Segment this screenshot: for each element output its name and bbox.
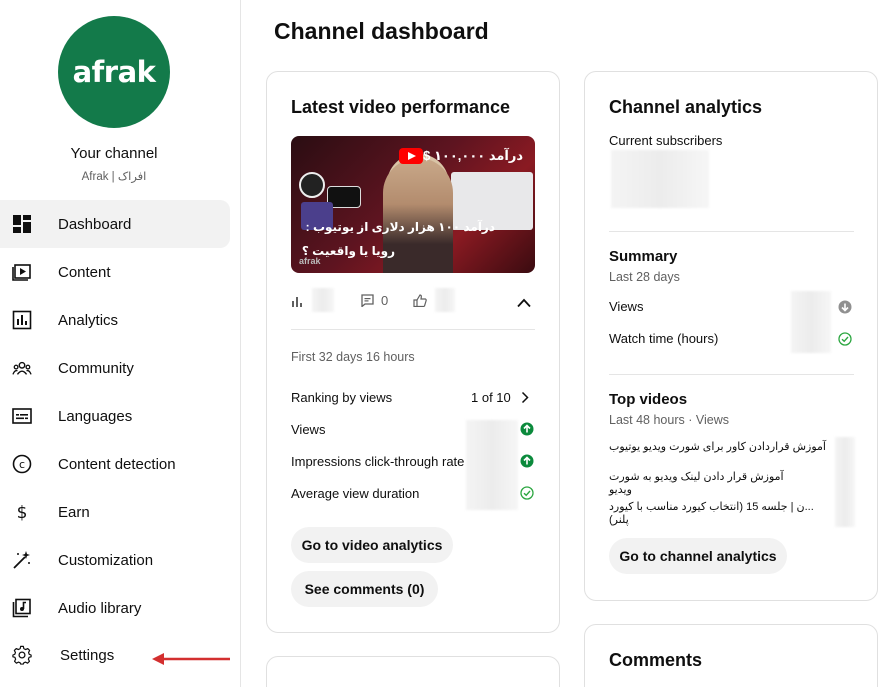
sidebar-item-label: Analytics: [58, 311, 119, 329]
trend-up-icon: [520, 454, 534, 473]
sidebar-item-customization[interactable]: Customization: [0, 536, 230, 584]
sidebar-item-label: Customization: [58, 551, 154, 569]
your-channel-label[interactable]: Your channel: [0, 145, 228, 162]
sidebar-item-label: Settings: [60, 646, 115, 664]
sidebar-item-community[interactable]: Community: [0, 344, 230, 392]
sidebar-item-label: Earn: [58, 503, 90, 521]
community-icon: [12, 358, 32, 378]
sidebar-item-content[interactable]: Content: [0, 248, 230, 296]
sidebar-item-analytics[interactable]: Analytics: [0, 296, 230, 344]
chevron-up-icon[interactable]: [517, 295, 531, 313]
metric-views-label: Views: [291, 422, 326, 437]
sidebar: afrak Your channel Afrak | افراک Dashboa…: [0, 0, 241, 687]
comment-icon: [361, 294, 374, 312]
ranking-label: Ranking by views: [291, 390, 393, 405]
channel-analytics-title: Channel analytics: [609, 97, 763, 117]
video-period: First 32 days 16 hours: [291, 350, 415, 364]
magic-wand-icon: [12, 550, 32, 570]
analytics-icon: [12, 310, 32, 330]
svg-text:c: c: [19, 458, 25, 471]
divider: [609, 231, 854, 232]
channel-logo-text: afrak: [72, 55, 156, 89]
video-thumbnail[interactable]: درآمد ۱۰۰,۰۰۰ $ درآمد ۱۰۰ هزار دلاری از …: [291, 136, 535, 273]
thumbnail-badge: [299, 172, 325, 198]
go-to-video-analytics-button[interactable]: Go to video analytics: [291, 527, 453, 563]
latest-video-title: Latest video performance: [291, 97, 511, 117]
top-video-item[interactable]: ...ن | جلسه 15 (انتخاب کیورد مناسب با کی…: [609, 500, 835, 526]
sidebar-item-content-detection[interactable]: c Content detection: [0, 440, 230, 488]
top-videos-title: Top videos: [609, 391, 688, 408]
metric-values-hidden: [466, 420, 518, 510]
metric-avd-label: Average view duration: [291, 486, 420, 501]
subscribers-value-hidden: [611, 150, 709, 208]
comments-card-title: Comments: [609, 650, 703, 670]
audio-library-icon: [12, 598, 32, 618]
sidebar-item-label: Content: [58, 263, 111, 281]
go-to-channel-analytics-button[interactable]: Go to channel analytics: [609, 538, 787, 574]
summary-watch-time-label: Watch time (hours): [609, 331, 719, 346]
summary-views-label: Views: [609, 299, 644, 314]
current-subscribers-label: Current subscribers: [609, 133, 723, 148]
content-icon: [12, 262, 32, 282]
channel-name: Afrak | افراک: [81, 171, 147, 183]
youtube-logo-icon: [399, 148, 423, 164]
views-value-hidden: [312, 288, 334, 312]
thumbnail-headline: درآمد ۱۰۰,۰۰۰ $: [423, 148, 523, 163]
sidebar-item-dashboard[interactable]: Dashboard: [0, 200, 230, 248]
dollar-icon: $: [12, 502, 32, 522]
channel-avatar[interactable]: afrak: [58, 16, 170, 128]
sidebar-item-label: Content detection: [58, 455, 176, 473]
annotation-arrow-icon: [152, 653, 230, 665]
top-video-item[interactable]: آموزش قراردادن کاور برای شورت ویدیو یوتی…: [609, 440, 829, 453]
summary-values-hidden: [791, 291, 831, 353]
chevron-right-icon[interactable]: [521, 391, 529, 409]
divider: [609, 374, 854, 375]
sidebar-item-languages[interactable]: Languages: [0, 392, 230, 440]
gear-icon: [12, 645, 32, 665]
thumbnail-brand: afrak: [299, 256, 321, 266]
check-circle-icon: [520, 486, 534, 505]
sidebar-item-audio-library[interactable]: Audio library: [0, 584, 230, 632]
check-circle-icon: [838, 332, 852, 351]
languages-icon: [12, 406, 32, 426]
summary-period: Last 28 days: [609, 270, 680, 284]
metric-ctr-label: Impressions click-through rate: [291, 454, 465, 469]
ranking-value[interactable]: 1 of 10: [471, 390, 511, 405]
sidebar-item-label: Languages: [58, 407, 133, 425]
likes-value-hidden: [435, 288, 455, 312]
dashboard-icon: [12, 214, 32, 234]
top-video-item[interactable]: آموزش قرار دادن لینک ویدیو به شورت ویدیو: [609, 470, 804, 496]
see-comments-button[interactable]: See comments (0): [291, 571, 438, 607]
comments-count: 0: [381, 293, 389, 308]
sidebar-item-label: Community: [58, 359, 134, 377]
like-icon: [413, 294, 427, 312]
svg-text:$: $: [17, 503, 28, 522]
sidebar-item-earn[interactable]: $ Earn: [0, 488, 230, 536]
summary-title: Summary: [609, 248, 678, 265]
bar-chart-icon: [291, 294, 303, 312]
top-videos-period: Last 48 hours · Views: [609, 413, 729, 427]
divider: [291, 329, 535, 330]
sidebar-item-label: Dashboard: [58, 215, 132, 233]
copyright-icon: c: [12, 454, 32, 474]
sidebar-item-label: Audio library: [58, 599, 142, 617]
sidebar-nav: Dashboard Content Analytics Community La…: [0, 200, 230, 678]
thumbnail-caption-line1: درآمد ۱۰۰ هزار دلاری از یوتیوب :: [305, 220, 495, 234]
top-videos-values-hidden: [835, 437, 855, 527]
secondary-card: [266, 656, 560, 687]
page-title: Channel dashboard: [274, 18, 489, 44]
trend-up-icon: [520, 422, 534, 441]
trend-down-icon: [838, 300, 852, 319]
